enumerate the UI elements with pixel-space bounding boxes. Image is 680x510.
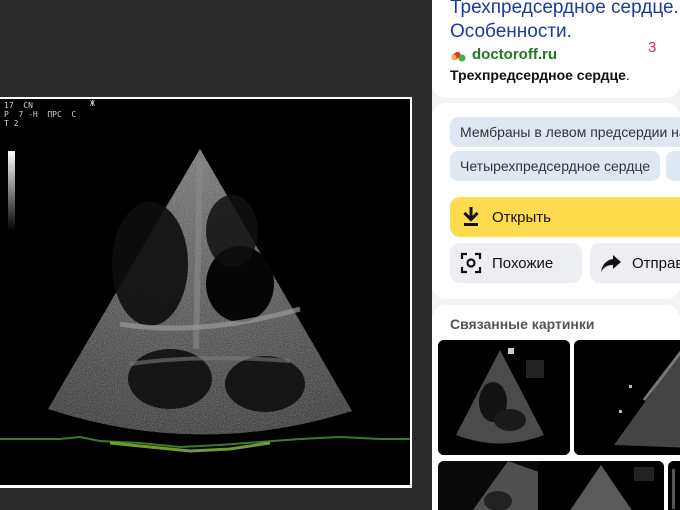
share-button[interactable]: Отправ	[590, 243, 680, 283]
related-images-card: Связанные картинки	[432, 305, 680, 510]
tag-chip-four-atria[interactable]: Четырехпредсердное сердце	[450, 151, 661, 181]
similar-button[interactable]: Похожие	[450, 243, 582, 283]
open-button[interactable]: Открыть	[450, 197, 680, 237]
share-arrow-icon	[601, 255, 621, 272]
echocardiogram-graphic	[0, 149, 410, 453]
related-thumb-graphic	[538, 461, 664, 510]
scan-parameters-text: 17 CN P 7 -H ПРС С Т 2	[4, 101, 77, 128]
photo-frame: 17 CN P 7 -H ПРС С Т 2 Ж	[0, 97, 412, 488]
related-images-title: Связанные картинки	[450, 316, 595, 332]
related-image-thumb[interactable]	[538, 461, 664, 510]
similar-button-label: Похожие	[492, 254, 554, 272]
scan-marker-text: Ж	[90, 99, 95, 108]
open-button-label: Открыть	[492, 208, 551, 226]
source-site[interactable]: doctoroff.ru	[450, 46, 557, 63]
share-button-label: Отправ	[632, 254, 680, 272]
related-image-thumb[interactable]	[438, 340, 570, 455]
result-title[interactable]: Трехпредсердное сердце. Особенности.	[450, 0, 680, 44]
lens-search-icon	[460, 252, 482, 274]
related-image-thumb[interactable]	[668, 461, 680, 510]
download-icon	[463, 207, 479, 226]
image-viewer: 17 CN P 7 -H ПРС С Т 2 Ж	[0, 0, 432, 510]
pills-icon	[451, 51, 466, 61]
related-thumb-graphic	[668, 461, 680, 510]
echocardiogram-image[interactable]: 17 CN P 7 -H ПРС С Т 2 Ж	[0, 99, 410, 485]
related-thumb-graphic	[574, 340, 680, 455]
actions-card: Мембраны в левом предсердии на Четырехпр…	[432, 103, 680, 299]
result-subtitle: Трехпредсердное сердце.	[450, 67, 630, 83]
result-counter: 3	[648, 39, 657, 56]
result-title-line2[interactable]: Особенности.	[450, 20, 680, 44]
tag-chip-membranes[interactable]: Мембраны в левом предсердии на	[450, 117, 680, 147]
result-subtitle-text: Трехпредсердное сердце	[450, 67, 626, 83]
tag-chip-more[interactable]	[666, 151, 680, 181]
source-site-name[interactable]: doctoroff.ru	[472, 46, 557, 63]
result-title-line1[interactable]: Трехпредсердное сердце.	[450, 0, 680, 20]
related-thumb-graphic	[438, 340, 570, 455]
related-image-thumb[interactable]	[574, 340, 680, 455]
result-panel: Трехпредсердное сердце. Особенности. 3 d…	[432, 0, 680, 510]
result-subtitle-dot: .	[625, 67, 630, 83]
